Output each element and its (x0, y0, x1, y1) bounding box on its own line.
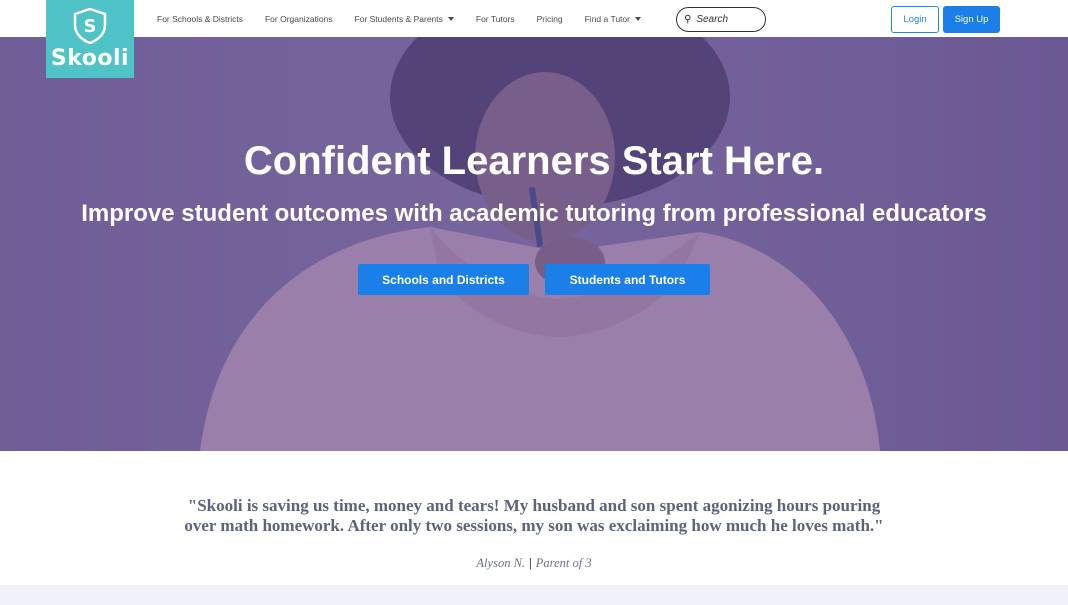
top-navbar: S Skooli For Schools & Districts For Org… (0, 0, 1068, 78)
testimonial-quote: "Skooli is saving us time, money and tea… (184, 496, 884, 535)
students-and-tutors-button[interactable]: Students and Tutors (545, 264, 710, 295)
nav-link-label: Find a Tutor (584, 13, 630, 24)
logo-text: Skooli (50, 46, 130, 71)
svg-text:S: S (84, 16, 97, 37)
testimonial-role: Parent of 3 (535, 556, 592, 570)
nav-link-pricing[interactable]: Pricing (537, 14, 563, 24)
skooli-logo[interactable]: S Skooli (46, 0, 134, 78)
nav-link-students-parents[interactable]: For Students & Parents (355, 14, 454, 24)
nav-link-label: Pricing (536, 13, 563, 24)
login-button[interactable]: Login (891, 6, 939, 33)
hero-overlay (0, 37, 1068, 451)
nav-link-label: For Tutors (475, 13, 515, 24)
nav-links: For Schools & Districts For Organization… (146, 0, 652, 37)
nav-link-label: For Schools & Districts (157, 13, 243, 24)
search-input[interactable] (696, 14, 757, 25)
shield-logo-icon: S (73, 8, 107, 44)
search-icon: ⚲ (684, 14, 692, 25)
testimonial-attribution: Alyson N. | Parent of 3 (0, 556, 1068, 571)
testimonial-section: "Skooli is saving us time, money and tea… (0, 451, 1068, 585)
attribution-separator: | (529, 556, 532, 570)
testimonial-author: Alyson N. (476, 556, 526, 570)
nav-link-find-a-tutor[interactable]: Find a Tutor (585, 14, 641, 24)
caret-down-icon (634, 16, 641, 21)
nav-link-label: For Organizations (264, 13, 333, 24)
nav-link-schools-districts[interactable]: For Schools & Districts (157, 14, 243, 24)
hero-subtitle: Improve student outcomes with academic t… (81, 200, 987, 227)
nav-link-tutors[interactable]: For Tutors (476, 14, 515, 24)
next-section-band (0, 585, 1068, 605)
signup-button[interactable]: Sign Up (943, 6, 1000, 33)
hero-section: Confident Learners Start Here. Improve s… (0, 37, 1068, 451)
nav-link-label: For Students & Parents (354, 13, 443, 24)
hero-title: Confident Learners Start Here. (243, 139, 825, 183)
nav-link-organizations[interactable]: For Organizations (265, 14, 333, 24)
search-box[interactable]: ⚲ (676, 7, 766, 32)
caret-down-icon (447, 16, 454, 21)
schools-and-districts-button[interactable]: Schools and Districts (358, 264, 529, 295)
